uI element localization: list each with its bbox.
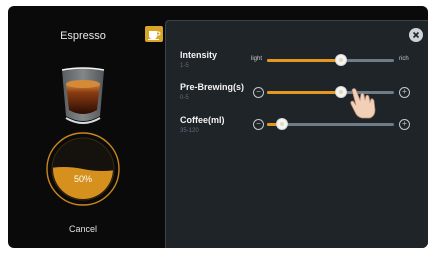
brewing-status-pane: Espresso 50% Cancel <box>8 6 158 248</box>
coffee-label: Coffee(ml) <box>180 115 225 125</box>
cup-tab-icon[interactable] <box>145 26 163 42</box>
intensity-range: 1-5 <box>180 63 189 69</box>
intensity-slider-fill <box>267 59 341 62</box>
intensity-label: Intensity <box>180 50 218 60</box>
pre-brewing-slider-knob[interactable] <box>335 87 346 97</box>
coffee-plus-icon[interactable]: + <box>399 119 410 130</box>
cancel-button[interactable]: Cancel <box>8 224 158 234</box>
pre-brewing-label: Pre-Brewing(s) <box>180 82 245 92</box>
espresso-cup-icon <box>61 67 105 124</box>
settings-panel: Intensity 1-5 light rich Pre-Brewing(s) … <box>165 20 428 248</box>
pre-brewing-range: 0-5 <box>180 95 189 101</box>
coffee-machine-screen: Espresso 50% Cancel Intensity 1-5 light … <box>8 6 428 248</box>
close-icon[interactable] <box>409 28 423 42</box>
coffee-slider-knob[interactable] <box>277 119 288 129</box>
pre-brewing-minus-icon[interactable]: − <box>253 87 264 98</box>
intensity-min-label: light <box>251 56 263 62</box>
progress-percent: 50% <box>73 174 92 184</box>
coffee-minus-icon[interactable]: − <box>253 119 264 130</box>
hand-cursor-icon <box>350 88 376 119</box>
drink-title: Espresso <box>60 30 106 42</box>
coffee-slider-track[interactable] <box>267 119 394 129</box>
coffee-range: 35-120 <box>180 128 199 134</box>
intensity-slider-track[interactable] <box>267 55 394 65</box>
pre-brewing-plus-icon[interactable]: + <box>399 87 410 98</box>
brew-progress-ring <box>46 132 120 206</box>
intensity-slider-knob[interactable] <box>335 55 346 65</box>
intensity-max-label: rich <box>399 56 409 62</box>
pre-brewing-slider-fill <box>267 91 341 94</box>
